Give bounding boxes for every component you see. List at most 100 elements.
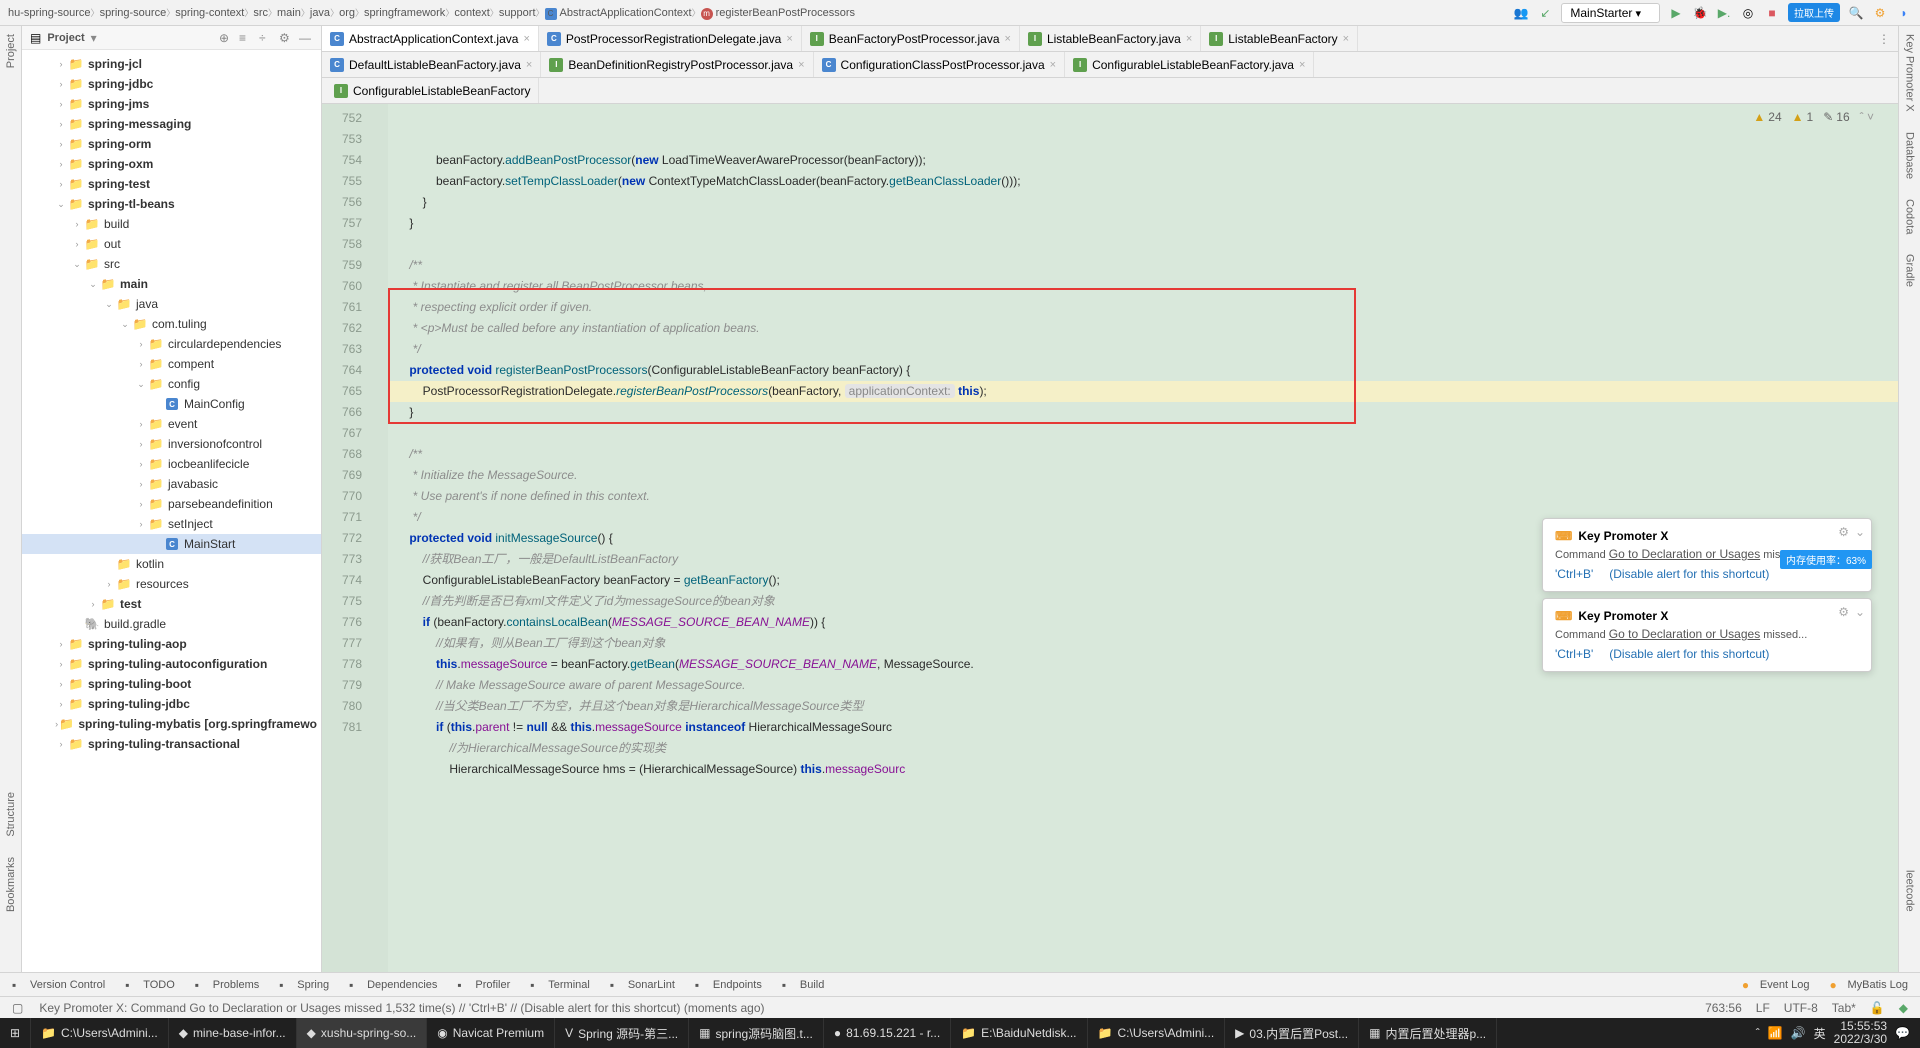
breadcrumb-item[interactable]: springframework bbox=[364, 7, 445, 19]
system-tray[interactable]: ˆ📶🔊英15:55:532022/3/30💬 bbox=[1746, 1020, 1920, 1046]
breadcrumb-item[interactable]: support bbox=[499, 7, 536, 19]
tree-node[interactable]: ›📁resources bbox=[22, 574, 321, 594]
editor-tab[interactable]: IBeanDefinitionRegistryPostProcessor.jav… bbox=[541, 52, 813, 77]
inspection-widget[interactable]: ▲24 ▲1 ✎16 ˆ ˅ bbox=[1753, 110, 1874, 124]
run-config-selector[interactable]: MainStarter ▾ bbox=[1561, 3, 1660, 23]
collapse-icon[interactable]: ÷ bbox=[259, 31, 273, 45]
chevron-down-icon[interactable]: ⌄ bbox=[1855, 605, 1865, 619]
close-icon[interactable]: × bbox=[1343, 33, 1349, 45]
tree-node[interactable]: CMainStart bbox=[22, 534, 321, 554]
tree-node[interactable]: ›📁spring-jdbc bbox=[22, 74, 321, 94]
breadcrumb-item[interactable]: mregisterBeanPostProcessors bbox=[701, 7, 855, 19]
breadcrumb-item[interactable]: context bbox=[454, 7, 489, 19]
taskbar-item[interactable]: 📁E:\BaiduNetdisk... bbox=[951, 1018, 1087, 1048]
expand-icon[interactable]: ≡ bbox=[239, 31, 253, 45]
tree-node[interactable]: ⌄📁java bbox=[22, 294, 321, 314]
upload-badge[interactable]: 拉取上传 bbox=[1788, 3, 1840, 22]
editor-tab[interactable]: IListableBeanFactory.java× bbox=[1020, 26, 1201, 51]
taskbar-item[interactable]: VSpring 源码-第三... bbox=[555, 1018, 689, 1048]
tree-node[interactable]: CMainConfig bbox=[22, 394, 321, 414]
tree-node[interactable]: ›📁spring-tuling-transactional bbox=[22, 734, 321, 754]
close-icon[interactable]: × bbox=[526, 59, 532, 71]
tree-node[interactable]: ›📁out bbox=[22, 234, 321, 254]
close-icon[interactable]: ⚙ bbox=[1838, 525, 1849, 539]
tree-node[interactable]: ›📁spring-jms bbox=[22, 94, 321, 114]
leetcode-tool[interactable]: leetcode bbox=[1904, 870, 1916, 912]
close-icon[interactable]: ⚙ bbox=[1838, 605, 1849, 619]
bottom-tool-sonarlint[interactable]: ▪SonarLint bbox=[610, 978, 675, 992]
sub-tab[interactable]: I ConfigurableListableBeanFactory bbox=[326, 78, 539, 103]
tree-node[interactable]: ›📁inversionofcontrol bbox=[22, 434, 321, 454]
key-promoter-tool[interactable]: Key Promoter X bbox=[1904, 34, 1916, 112]
tree-node[interactable]: ›📁spring-oxm bbox=[22, 154, 321, 174]
disable-link[interactable]: (Disable alert for this shortcut) bbox=[1609, 647, 1769, 661]
project-tool[interactable]: Project bbox=[5, 34, 17, 68]
taskbar-item[interactable]: ⊞ bbox=[0, 1018, 31, 1048]
close-icon[interactable]: × bbox=[1299, 59, 1305, 71]
taskbar-item[interactable]: 📁C:\Users\Admini... bbox=[31, 1018, 169, 1048]
bottom-tool-spring[interactable]: ▪Spring bbox=[279, 978, 329, 992]
tree-node[interactable]: ›📁spring-tuling-boot bbox=[22, 674, 321, 694]
back-icon[interactable]: ↙ bbox=[1537, 5, 1553, 21]
tree-node[interactable]: ⌄📁main bbox=[22, 274, 321, 294]
memory-badge[interactable]: 内存使用率：63% bbox=[1780, 550, 1872, 569]
tree-node[interactable]: 🐘build.gradle bbox=[22, 614, 321, 634]
bottom-tool-endpoints[interactable]: ▪Endpoints bbox=[695, 978, 762, 992]
tree-node[interactable]: ⌄📁spring-tl-beans bbox=[22, 194, 321, 214]
taskbar-item[interactable]: ▦spring源码脑图.t... bbox=[689, 1018, 824, 1048]
close-icon[interactable]: × bbox=[798, 59, 804, 71]
tree-node[interactable]: ›📁event bbox=[22, 414, 321, 434]
more-icon[interactable]: ◗ bbox=[1896, 5, 1912, 21]
editor-tab[interactable]: IListableBeanFactory× bbox=[1201, 26, 1358, 51]
shortcut-link[interactable]: 'Ctrl+B' bbox=[1555, 647, 1593, 661]
editor-tab[interactable]: IBeanFactoryPostProcessor.java× bbox=[802, 26, 1020, 51]
tree-node[interactable]: ›📁spring-jcl bbox=[22, 54, 321, 74]
profile-icon[interactable]: ◎ bbox=[1740, 5, 1756, 21]
tree-node[interactable]: ›📁spring-messaging bbox=[22, 114, 321, 134]
tree-node[interactable]: ›📁spring-tuling-jdbc bbox=[22, 694, 321, 714]
tree-node[interactable]: ⌄📁config bbox=[22, 374, 321, 394]
tree-node[interactable]: ⌄📁com.tuling bbox=[22, 314, 321, 334]
close-icon[interactable]: × bbox=[786, 33, 792, 45]
locate-icon[interactable]: ⊕ bbox=[219, 31, 233, 45]
breadcrumb-item[interactable]: org bbox=[339, 7, 355, 19]
bottom-tool-mybatis-log[interactable]: ●MyBatis Log bbox=[1829, 978, 1908, 992]
close-icon[interactable]: × bbox=[1186, 33, 1192, 45]
tree-node[interactable]: ›📁parsebeandefinition bbox=[22, 494, 321, 514]
breadcrumb-item[interactable]: hu-spring-source bbox=[8, 7, 91, 19]
tree-node[interactable]: 📁kotlin bbox=[22, 554, 321, 574]
taskbar-item[interactable]: ◉Navicat Premium bbox=[427, 1018, 555, 1048]
project-view-icon[interactable]: ▤ bbox=[30, 31, 41, 45]
settings-icon[interactable]: ⚙ bbox=[279, 31, 293, 45]
taskbar-item[interactable]: ◆mine-base-infor... bbox=[169, 1018, 297, 1048]
tree-node[interactable]: ⌄📁src bbox=[22, 254, 321, 274]
bottom-tool-build[interactable]: ▪Build bbox=[782, 978, 824, 992]
tree-node[interactable]: ›📁spring-test bbox=[22, 174, 321, 194]
bottom-tool-terminal[interactable]: ▪Terminal bbox=[530, 978, 590, 992]
breadcrumb-item[interactable]: spring-context bbox=[175, 7, 244, 19]
bottom-tool-todo[interactable]: ▪TODO bbox=[125, 978, 175, 992]
chevron-down-icon[interactable]: ⌄ bbox=[1855, 525, 1865, 539]
close-icon[interactable]: × bbox=[1050, 59, 1056, 71]
fold-gutter[interactable] bbox=[370, 104, 388, 972]
tree-node[interactable]: ›📁iocbeanlifecicle bbox=[22, 454, 321, 474]
search-icon[interactable]: 🔍 bbox=[1848, 5, 1864, 21]
tree-node[interactable]: ›📁spring-tuling-autoconfiguration bbox=[22, 654, 321, 674]
tree-node[interactable]: ›📁javabasic bbox=[22, 474, 321, 494]
status-icon[interactable]: ▢ bbox=[12, 1001, 23, 1015]
taskbar-item[interactable]: 📁C:\Users\Admini... bbox=[1088, 1018, 1226, 1048]
taskbar-item[interactable]: ▦内置后置处理器p... bbox=[1359, 1018, 1497, 1048]
bookmarks-tool[interactable]: Bookmarks bbox=[5, 857, 17, 912]
editor-tab[interactable]: CAbstractApplicationContext.java× bbox=[322, 26, 539, 51]
tree-node[interactable]: ›📁spring-tuling-mybatis [org.springframe… bbox=[22, 714, 321, 734]
caret-pos[interactable]: 763:56 bbox=[1705, 1001, 1742, 1015]
bottom-tool-dependencies[interactable]: ▪Dependencies bbox=[349, 978, 437, 992]
line-sep[interactable]: LF bbox=[1756, 1001, 1770, 1015]
shortcut-link[interactable]: 'Ctrl+B' bbox=[1555, 567, 1593, 581]
taskbar-item[interactable]: ●81.69.15.221 - r... bbox=[824, 1018, 951, 1048]
breadcrumb-item[interactable]: spring-source bbox=[100, 7, 167, 19]
settings-icon[interactable]: ⚙ bbox=[1872, 5, 1888, 21]
breadcrumb-item[interactable]: CAbstractApplicationContext bbox=[545, 7, 692, 19]
code-editor[interactable]: 7527537547557567577587597607617627637647… bbox=[322, 104, 1898, 972]
stop-icon[interactable]: ■ bbox=[1764, 5, 1780, 21]
